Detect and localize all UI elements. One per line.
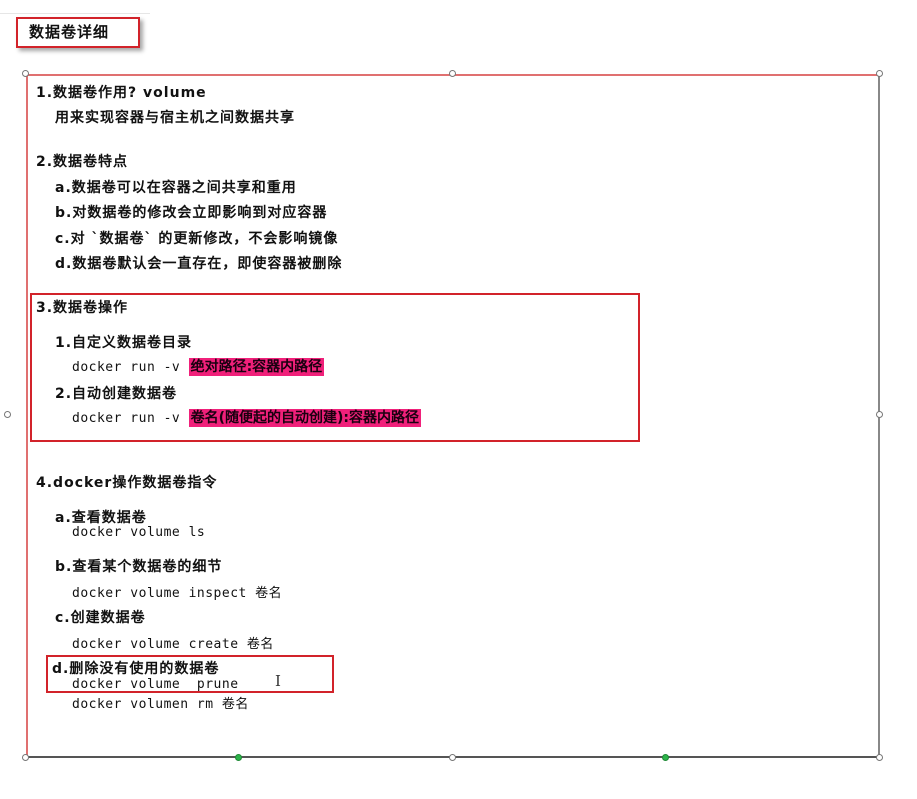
resize-handle-middle-left[interactable] <box>4 411 11 418</box>
section-1-text: 用来实现容器与宿主机之间数据共享 <box>55 110 295 126</box>
section-3-command-2: docker run -v 卷名(随便起的自动创建):容器内路径 <box>72 407 421 427</box>
text-cursor-icon: I <box>275 672 281 690</box>
section-4-heading: 4.docker操作数据卷指令 <box>36 475 218 491</box>
section-1-heading: 1.数据卷作用? volume <box>36 85 207 101</box>
section-2-heading: 2.数据卷特点 <box>36 154 129 170</box>
command-1-prefix: docker run -v <box>72 360 189 375</box>
command-2-prefix: docker run -v <box>72 411 189 426</box>
resize-handle-bottom-right[interactable] <box>876 754 883 761</box>
section-4-command-d-rm: docker volumen rm 卷名 <box>72 697 249 712</box>
section-4-command-d-prune: docker volume prune <box>72 677 239 692</box>
section-2-item-a: a.数据卷可以在容器之间共享和重用 <box>55 180 297 196</box>
section-4-item-a: a.查看数据卷 <box>55 510 147 526</box>
section-3-sub-1: 1.自定义数据卷目录 <box>55 335 193 351</box>
section-2-item-b: b.对数据卷的修改会立即影响到对应容器 <box>55 205 328 221</box>
resize-handle-top-right[interactable] <box>876 70 883 77</box>
section-4-item-b: b.查看某个数据卷的细节 <box>55 559 223 575</box>
resize-handle-top-middle[interactable] <box>449 70 456 77</box>
section-3-sub-2: 2.自动创建数据卷 <box>55 386 178 402</box>
connector-point-left[interactable] <box>235 754 242 761</box>
command-2-highlight: 卷名(随便起的自动创建):容器内路径 <box>188 409 421 427</box>
section-4-item-c: c.创建数据卷 <box>55 610 146 626</box>
page-title: 数据卷详细 <box>16 17 140 48</box>
section-4-command-b: docker volume inspect 卷名 <box>72 586 283 601</box>
command-1-highlight: 绝对路径:容器内路径 <box>188 358 325 376</box>
top-divider <box>0 13 150 14</box>
section-3-heading: 3.数据卷操作 <box>36 300 129 316</box>
section-2-item-d: d.数据卷默认会一直存在，即使容器被删除 <box>55 256 343 272</box>
section-4-command-c: docker volume create 卷名 <box>72 637 274 652</box>
connector-point-right[interactable] <box>662 754 669 761</box>
section-4-item-d: d.删除没有使用的数据卷 <box>52 661 220 677</box>
resize-handle-bottom-middle[interactable] <box>449 754 456 761</box>
resize-handle-bottom-left[interactable] <box>22 754 29 761</box>
section-4-command-a: docker volume ls <box>72 525 206 540</box>
section-2-item-c: c.对 `数据卷` 的更新修改，不会影响镜像 <box>55 231 339 247</box>
resize-handle-top-left[interactable] <box>22 70 29 77</box>
section-3-command-1: docker run -v 绝对路径:容器内路径 <box>72 356 325 376</box>
resize-handle-middle-right[interactable] <box>876 411 883 418</box>
